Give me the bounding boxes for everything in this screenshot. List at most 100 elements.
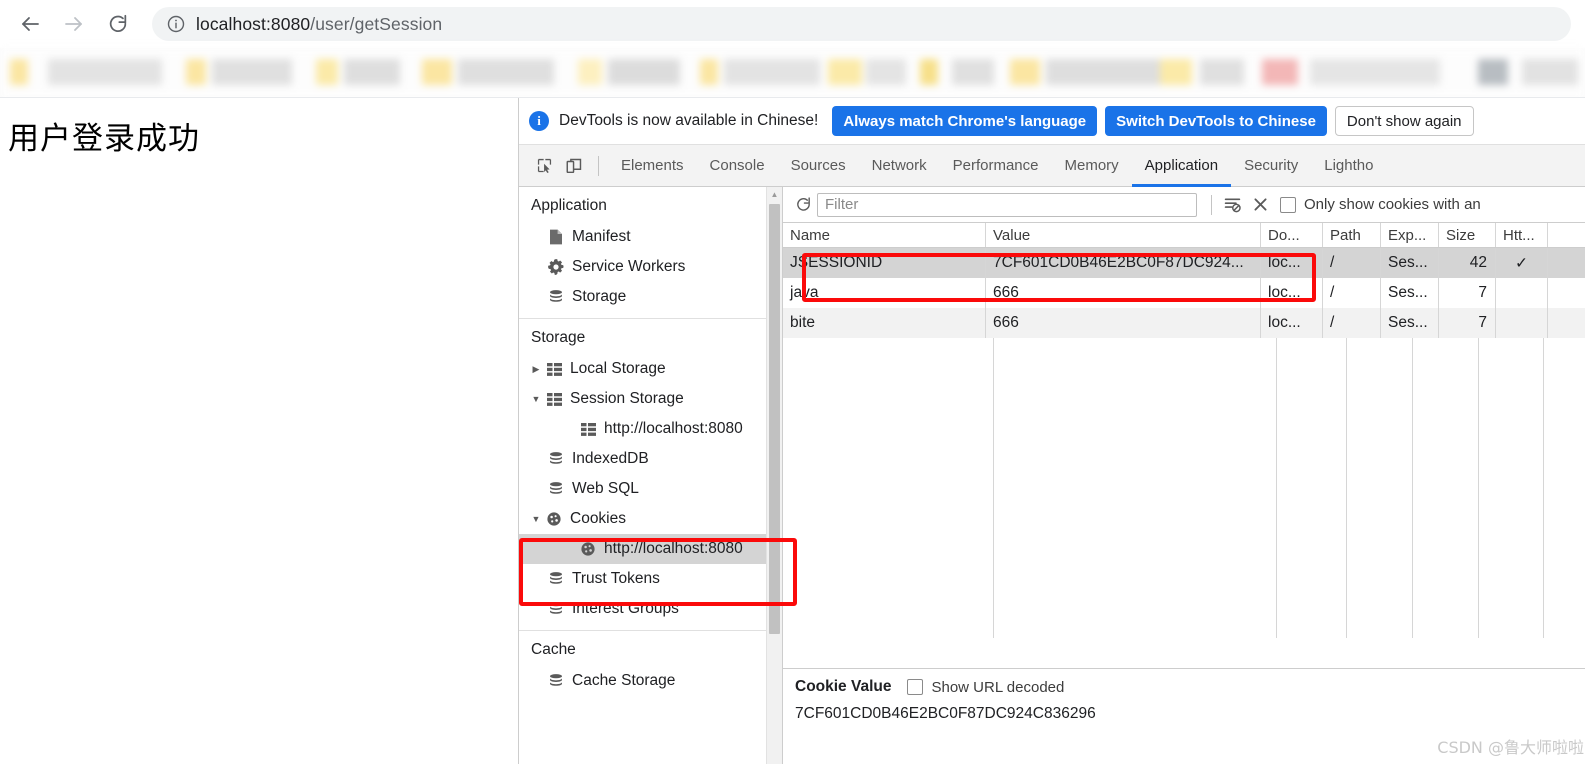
empty-cell: [1544, 368, 1585, 398]
empty-cell: [1479, 578, 1544, 608]
empty-cell: [1544, 608, 1585, 638]
cookie-value-header: Cookie Value Show URL decoded: [795, 678, 1585, 696]
dont-show-again-button[interactable]: Don't show again: [1334, 106, 1474, 136]
cell-expires: Ses...: [1381, 248, 1439, 278]
grid-glyph: [546, 362, 562, 376]
address-bar[interactable]: localhost:8080/user/getSession: [152, 7, 1571, 41]
show-url-decoded-checkbox[interactable]: Show URL decoded: [907, 679, 1064, 696]
empty-cell: [1277, 548, 1347, 578]
clear-filtered-cookies-icon[interactable]: [1218, 192, 1246, 218]
sidebar-item-service-workers[interactable]: Service Workers: [519, 252, 782, 282]
tab-console[interactable]: Console: [697, 145, 778, 187]
cell-spacer: [1548, 278, 1585, 308]
filter-input[interactable]: [817, 192, 1197, 217]
empty-cell: [783, 398, 994, 428]
sidebar-item-session-storage-origin[interactable]: http://localhost:8080: [519, 414, 782, 444]
empty-row: [783, 548, 1585, 578]
scroll-up-arrow-icon[interactable]: ▲: [767, 187, 782, 202]
empty-cell: [1479, 488, 1544, 518]
sidebar-item-session-storage[interactable]: ▼ Session Storage: [519, 384, 782, 414]
cell-expires: Ses...: [1381, 278, 1439, 308]
only-show-cookies-checkbox[interactable]: Only show cookies with an: [1280, 196, 1481, 213]
sidebar-item-local-storage[interactable]: ▶ Local Storage: [519, 354, 782, 384]
empty-cell: [1413, 428, 1479, 458]
cell-name: JSESSIONID: [783, 248, 986, 278]
empty-cell: [1544, 548, 1585, 578]
table-row[interactable]: JSESSIONID 7CF601CD0B46E2BC0F87DC924... …: [783, 248, 1585, 278]
empty-cell: [1479, 338, 1544, 368]
column-header-path[interactable]: Path: [1323, 223, 1381, 247]
empty-cell: [1347, 398, 1413, 428]
show-url-decoded-label: Show URL decoded: [931, 678, 1065, 696]
sidebar-item-trust-tokens[interactable]: Trust Tokens: [519, 564, 782, 594]
empty-cell: [1347, 368, 1413, 398]
tab-network[interactable]: Network: [859, 145, 940, 187]
close-x-glyph: [1253, 198, 1267, 211]
table-row[interactable]: java 666 loc... / Ses... 7: [783, 278, 1585, 308]
tab-lighthouse[interactable]: Lightho: [1311, 145, 1386, 187]
chevron-down-icon[interactable]: ▼: [529, 394, 543, 404]
chevron-down-icon[interactable]: ▼: [529, 514, 543, 524]
cell-path: /: [1323, 278, 1381, 308]
cookie-glyph: [547, 512, 561, 526]
sidebar-item-web-sql[interactable]: Web SQL: [519, 474, 782, 504]
sidebar-item-cookies-origin[interactable]: http://localhost:8080: [519, 534, 782, 564]
scrollbar-thumb[interactable]: [769, 204, 780, 634]
empty-cell: [1479, 458, 1544, 488]
empty-cell: [1347, 428, 1413, 458]
empty-cell: [1347, 548, 1413, 578]
table-row[interactable]: bite 666 loc... / Ses... 7: [783, 308, 1585, 338]
cell-name: java: [783, 278, 986, 308]
site-info-icon[interactable]: [166, 14, 186, 34]
empty-cell: [1277, 338, 1347, 368]
checkbox-square[interactable]: [1280, 196, 1296, 213]
sidebar-item-manifest[interactable]: Manifest: [519, 222, 782, 252]
refresh-icon[interactable]: [789, 192, 817, 218]
clear-all-cookies-icon[interactable]: [1246, 192, 1274, 218]
tab-elements[interactable]: Elements: [608, 145, 697, 187]
tab-application[interactable]: Application: [1131, 145, 1232, 187]
cell-domain: loc...: [1261, 308, 1323, 338]
cell-spacer: [1548, 248, 1585, 278]
tab-performance[interactable]: Performance: [940, 145, 1052, 187]
column-header-size[interactable]: Size: [1439, 223, 1496, 247]
checkbox-square[interactable]: [907, 679, 924, 695]
empty-cell: [1413, 458, 1479, 488]
screenshot-root: localhost:8080/user/getSession 用户登录成功 i …: [0, 0, 1585, 764]
empty-cell: [1347, 338, 1413, 368]
column-header-expires[interactable]: Exp...: [1381, 223, 1439, 247]
chevron-right-icon[interactable]: ▶: [529, 364, 543, 375]
sidebar-item-storage[interactable]: Storage: [519, 282, 782, 312]
column-header-value[interactable]: Value: [986, 223, 1261, 247]
reload-button[interactable]: [96, 2, 140, 46]
table-grid-icon: [577, 422, 599, 436]
column-header-domain[interactable]: Do...: [1261, 223, 1323, 247]
cell-httponly: ✓: [1496, 248, 1548, 278]
sidebar-item-interest-groups[interactable]: Interest Groups: [519, 594, 782, 624]
sidebar-scrollbar[interactable]: ▲: [766, 187, 782, 764]
sidebar-item-cookies[interactable]: ▼ Cookies: [519, 504, 782, 534]
tab-sources[interactable]: Sources: [778, 145, 859, 187]
switch-devtools-language-button[interactable]: Switch DevTools to Chinese: [1105, 106, 1327, 136]
device-toolbar-icon[interactable]: [559, 152, 589, 180]
tab-security[interactable]: Security: [1231, 145, 1311, 187]
always-match-language-button[interactable]: Always match Chrome's language: [832, 106, 1098, 136]
empty-cell: [1413, 548, 1479, 578]
empty-cell: [1479, 548, 1544, 578]
sidebar-item-cache-storage[interactable]: Cache Storage: [519, 666, 782, 696]
empty-cell: [994, 518, 1277, 548]
bookmarks-bar-blurred[interactable]: [0, 48, 1585, 98]
empty-cell: [783, 608, 994, 638]
back-button[interactable]: [8, 2, 52, 46]
forward-button[interactable]: [52, 2, 96, 46]
column-header-httponly[interactable]: Htt...: [1496, 223, 1548, 247]
sidebar-item-indexeddb[interactable]: IndexedDB: [519, 444, 782, 474]
empty-row: [783, 578, 1585, 608]
column-header-name[interactable]: Name: [783, 223, 986, 247]
url-host: localhost:8080: [196, 13, 311, 34]
database-icon: [545, 601, 567, 617]
empty-cell: [1413, 608, 1479, 638]
inspect-element-icon[interactable]: [529, 152, 559, 180]
tab-memory[interactable]: Memory: [1052, 145, 1132, 187]
empty-cell: [1277, 428, 1347, 458]
